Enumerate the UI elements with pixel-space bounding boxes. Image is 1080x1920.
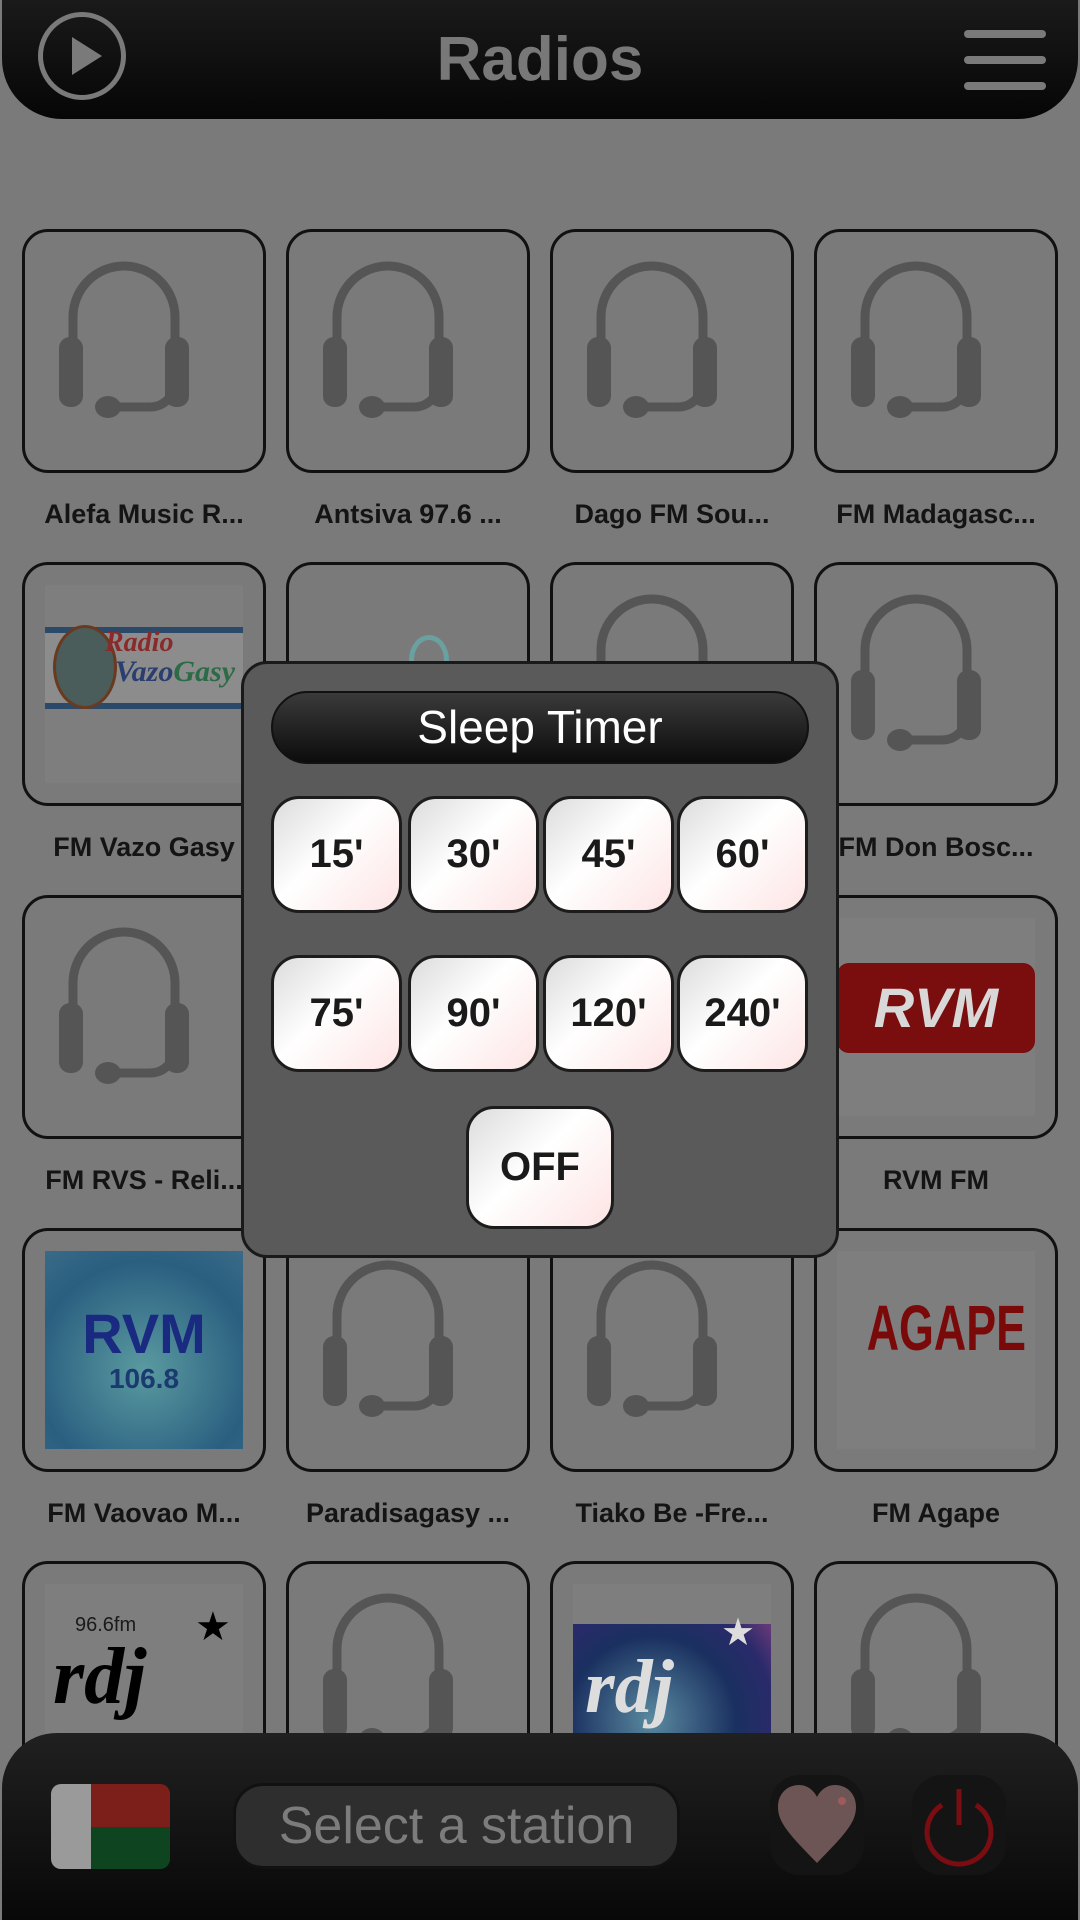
dialog-title: Sleep Timer — [271, 691, 809, 764]
headset-icon — [323, 261, 453, 418]
timer-option-button[interactable]: 90' — [408, 955, 539, 1072]
station-logo: RVM — [837, 918, 1035, 1116]
top-app-bar: Radios — [2, 0, 1078, 119]
station-label: FM Vaovao M... — [47, 1498, 241, 1528]
station-label: Tiako Be -Fre... — [575, 1498, 769, 1528]
power-button[interactable] — [912, 1775, 1006, 1875]
sleep-timer-dialog: Sleep Timer 15' 30' 45' 60' 75' 90' 120' 240' O… — [241, 661, 839, 1258]
station-logo: RVM 106.8 — [45, 1251, 243, 1449]
station-label: FM Agape — [872, 1498, 1000, 1528]
station-tile[interactable] — [22, 229, 266, 473]
station-label: RVM FM — [883, 1165, 989, 1195]
headset-icon — [587, 261, 717, 418]
bottom-player-bar: Select a station — [2, 1733, 1078, 1920]
station-tile[interactable] — [286, 1228, 530, 1472]
station-tile[interactable] — [286, 229, 530, 473]
station-tile[interactable]: Radio VazoGasy — [22, 562, 266, 806]
heart-icon — [778, 1785, 856, 1863]
station-label: Paradisagasy ... — [305, 1498, 511, 1528]
headset-icon — [59, 927, 189, 1084]
station-label: FM Vazo Gasy — [53, 832, 235, 862]
station-tile[interactable] — [550, 1228, 794, 1472]
madagascar-flag-icon[interactable] — [51, 1784, 170, 1869]
timer-option-button[interactable]: 120' — [543, 955, 674, 1072]
station-logo: AGAPE — [837, 1251, 1035, 1449]
favorite-button[interactable] — [770, 1775, 864, 1875]
station-selector[interactable]: Select a station — [233, 1783, 680, 1869]
station-tile[interactable] — [550, 229, 794, 473]
station-label: FM Don Bosc... — [838, 832, 1034, 862]
station-logo: Radio VazoGasy — [45, 585, 243, 783]
headset-icon — [851, 261, 981, 418]
headset-icon — [851, 594, 981, 751]
timer-option-button[interactable]: 75' — [271, 955, 402, 1072]
station-tile[interactable]: RVM — [814, 895, 1058, 1139]
station-tile[interactable] — [814, 562, 1058, 806]
station-tile[interactable] — [22, 895, 266, 1139]
station-tile[interactable] — [814, 229, 1058, 473]
timer-option-button[interactable]: 30' — [408, 796, 539, 913]
station-label: FM RVS - Reli... — [45, 1165, 243, 1195]
hamburger-menu-icon[interactable] — [964, 30, 1046, 90]
timer-option-button[interactable]: 60' — [677, 796, 808, 913]
timer-off-button[interactable]: OFF — [466, 1106, 614, 1229]
headset-icon — [59, 261, 189, 418]
station-label: Dago FM Sou... — [574, 499, 770, 529]
power-icon — [924, 1789, 994, 1867]
timer-option-button[interactable]: 45' — [543, 796, 674, 913]
station-label: Antsiva 97.6 ... — [314, 499, 502, 529]
station-tile[interactable]: RVM 106.8 — [22, 1228, 266, 1472]
timer-option-button[interactable]: 15' — [271, 796, 402, 913]
timer-option-button[interactable]: 240' — [677, 955, 808, 1072]
station-label: Alefa Music R... — [44, 499, 244, 529]
station-label: FM Madagasc... — [836, 499, 1036, 529]
station-tile[interactable]: AGAPE — [814, 1228, 1058, 1472]
headset-icon — [323, 1260, 453, 1417]
page-title: Radios — [436, 25, 644, 94]
headset-icon — [587, 1260, 717, 1417]
